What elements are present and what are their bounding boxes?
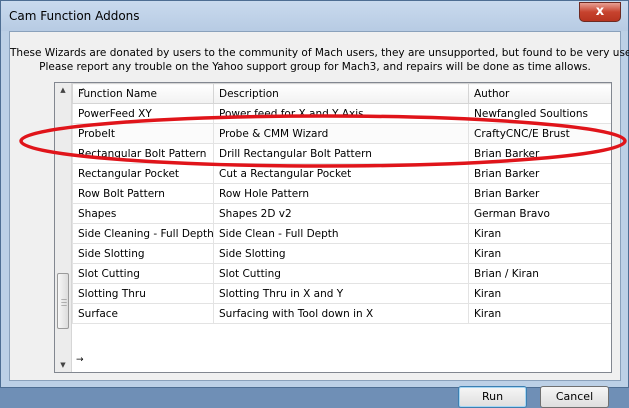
cell-author: Newfangled Soultions — [468, 103, 611, 124]
table-header-row: ^ Function Name Description Author — [72, 83, 611, 104]
cell-description: Side Slotting — [213, 243, 469, 264]
intro-text-line-1: These Wizards are donated by users to th… — [10, 47, 629, 59]
cell-description: Surfacing with Tool down in X — [213, 303, 469, 324]
table-row[interactable]: Side Cleaning - Full Depth Side Clean - F… — [72, 223, 611, 244]
sort-ascending-icon: ^ — [79, 87, 88, 98]
cell-description: Cut a Rectangular Pocket — [213, 163, 469, 184]
cell-function-name: Shapes — [72, 203, 214, 224]
scroll-thumb[interactable]: — — — — [57, 273, 69, 329]
cell-function-name: Row Bolt Pattern — [72, 183, 214, 204]
cell-function-name: PowerFeed XY — [72, 103, 214, 124]
dialog-body: These Wizards are donated by users to th… — [9, 31, 629, 408]
cell-description: Drill Rectangular Bolt Pattern — [213, 143, 469, 164]
cell-author: Kiran — [468, 223, 611, 244]
cell-description: Slot Cutting — [213, 263, 469, 284]
close-button[interactable]: x — [579, 2, 621, 22]
cam-function-addons-dialog: Cam Function Addons x These Wizards are … — [0, 0, 629, 408]
vertical-scrollbar[interactable]: ▲ — — — ▼ — [55, 83, 72, 372]
table-row[interactable]: Slot Cutting Slot Cutting Brian / Kiran — [72, 263, 611, 284]
column-header-author[interactable]: Author — [468, 83, 611, 104]
cell-function-name: Slot Cutting — [72, 263, 214, 284]
window-title: Cam Function Addons — [9, 9, 140, 23]
table-row[interactable]: Surface Surfacing with Tool down in X Kira… — [72, 303, 611, 324]
cancel-button[interactable]: Cancel — [540, 386, 609, 408]
cell-description: Probe & CMM Wizard — [213, 123, 469, 144]
cell-author: Brian Barker — [468, 163, 611, 184]
run-button[interactable]: Run — [458, 386, 527, 408]
cell-description: Power feed for X and Y Axis — [213, 103, 469, 124]
addons-grid[interactable]: ▲ — — — ▼ ^ Function Name Description Autho… — [54, 82, 612, 373]
cell-description: Slotting Thru in X and Y — [213, 283, 469, 304]
table-row[interactable]: Row Bolt Pattern Row Hole Pattern Brian Ba… — [72, 183, 611, 204]
addons-table: ^ Function Name Description Author PowerF… — [72, 83, 611, 324]
current-row-arrow-icon: → — [76, 355, 84, 365]
cell-function-name: Slotting Thru — [72, 283, 214, 304]
cell-description: Side Clean - Full Depth — [213, 223, 469, 244]
cell-function-name: ProbeIt — [72, 123, 214, 144]
table-row[interactable]: Slotting Thru Slotting Thru in X and Y Kir… — [72, 283, 611, 304]
cell-function-name: Rectangular Bolt Pattern — [72, 143, 214, 164]
cell-author: Brian Barker — [468, 143, 611, 164]
intro-text-line-2: Please report any trouble on the Yahoo s… — [39, 61, 591, 73]
column-header-function-name[interactable]: ^ Function Name — [72, 83, 214, 104]
cell-description: Row Hole Pattern — [213, 183, 469, 204]
cell-author: Kiran — [468, 283, 611, 304]
scroll-up-arrow-icon[interactable]: ▲ — [55, 83, 71, 97]
cell-author: Kiran — [468, 243, 611, 264]
cell-description: Shapes 2D v2 — [213, 203, 469, 224]
table-row[interactable]: Rectangular Bolt Pattern Drill Rectangula… — [72, 143, 611, 164]
scroll-down-arrow-icon[interactable]: ▼ — [55, 358, 71, 372]
cell-author: German Bravo — [468, 203, 611, 224]
cell-author: Brian Barker — [468, 183, 611, 204]
cell-function-name: Surface — [72, 303, 214, 324]
cell-function-name: Rectangular Pocket — [72, 163, 214, 184]
table-row[interactable]: Rectangular Pocket Cut a Rectangular Pock… — [72, 163, 611, 184]
table-row[interactable]: ProbeIt Probe & CMM Wizard CraftyCNC/E Bru… — [72, 123, 611, 144]
table-row[interactable]: PowerFeed XY Power feed for X and Y Axis N… — [72, 103, 611, 124]
cell-function-name: Side Slotting — [72, 243, 214, 264]
table-row[interactable]: Side Slotting Side Slotting Kiran — [72, 243, 611, 264]
title-bar[interactable]: Cam Function Addons x — [1, 1, 628, 31]
table-row[interactable]: Shapes Shapes 2D v2 German Bravo — [72, 203, 611, 224]
column-header-description[interactable]: Description — [213, 83, 469, 104]
cell-author: Brian / Kiran — [468, 263, 611, 284]
grip-icon: — — — — [61, 296, 67, 309]
cell-author: CraftyCNC/E Brust — [468, 123, 611, 144]
cell-author: Kiran — [468, 303, 611, 324]
cell-function-name: Side Cleaning - Full Depth — [72, 223, 214, 244]
